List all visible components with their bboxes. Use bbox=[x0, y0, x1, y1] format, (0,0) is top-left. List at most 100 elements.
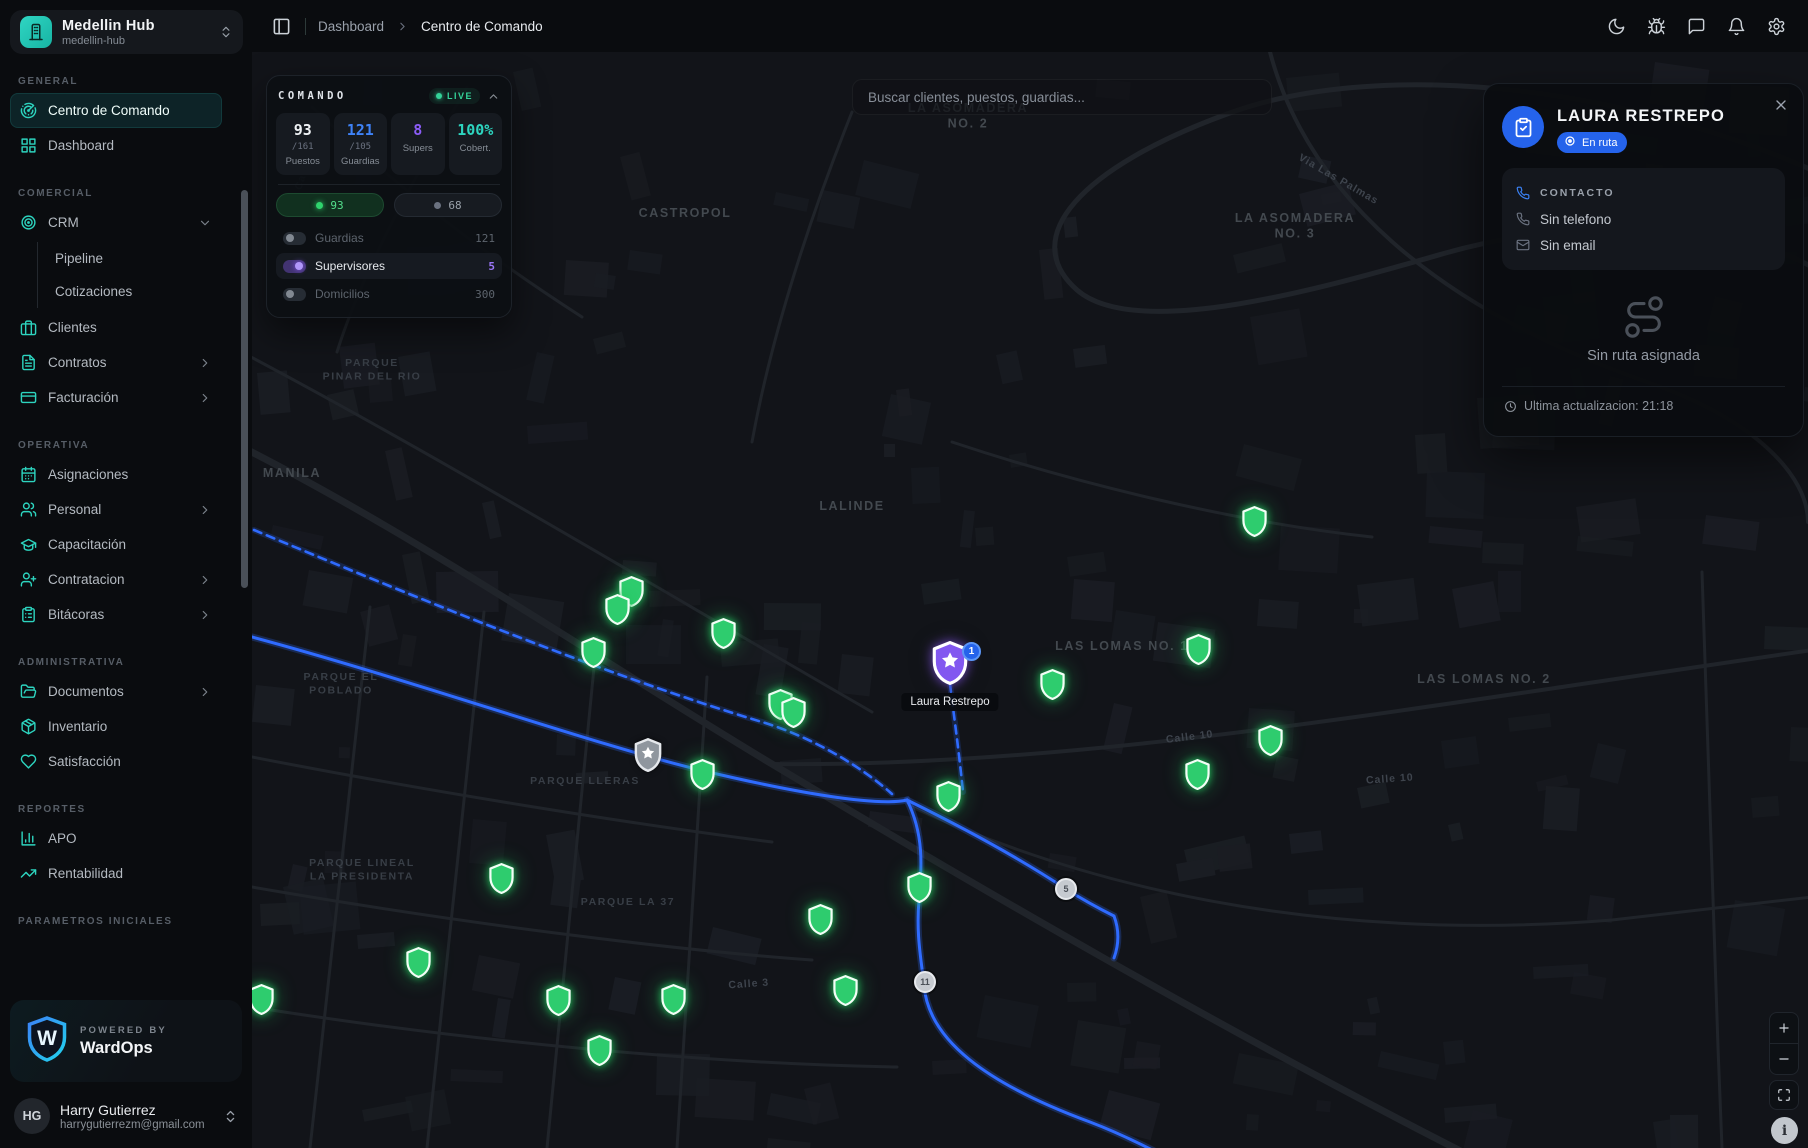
guard-post-marker[interactable] bbox=[580, 637, 607, 673]
toggle-off[interactable] bbox=[283, 288, 306, 301]
guard-post-marker[interactable] bbox=[807, 904, 834, 940]
clipboard-icon bbox=[20, 606, 37, 623]
sidebar-item-satisfaccion[interactable]: Satisfacción bbox=[10, 744, 222, 779]
guard-post-marker[interactable] bbox=[1241, 506, 1268, 542]
filter-pill-inactive[interactable]: 68 bbox=[394, 193, 502, 217]
sidebar-item-crm[interactable]: CRM bbox=[10, 205, 222, 240]
sidebar-item-apo[interactable]: APO bbox=[10, 821, 222, 856]
map-attribution-button[interactable]: i bbox=[1771, 1117, 1798, 1144]
supervisor-avatar-icon bbox=[1502, 106, 1544, 148]
guard-post-marker[interactable] bbox=[906, 872, 933, 908]
sidebar-item-cotizaciones[interactable]: Cotizaciones bbox=[55, 275, 222, 308]
guard-post-marker[interactable] bbox=[832, 975, 859, 1011]
chevrons-up-down-icon bbox=[219, 25, 233, 39]
user-email: harrygutierrezm@gmail.com bbox=[60, 1119, 213, 1131]
topbar-dark-mode-icon[interactable] bbox=[1605, 15, 1628, 38]
inactive-supervisor-marker[interactable] bbox=[633, 738, 663, 777]
workspace-name: Medellin Hub bbox=[62, 18, 209, 34]
sidebar-item-facturacion[interactable]: Facturación bbox=[10, 380, 222, 415]
sidebar-item-centro-de-comando[interactable]: Centro de Comando bbox=[10, 93, 222, 128]
sidebar-item-clientes[interactable]: Clientes bbox=[10, 310, 222, 345]
guard-post-marker[interactable] bbox=[1257, 725, 1284, 761]
layer-toggle-guardias[interactable]: Guardias 121 bbox=[276, 225, 502, 251]
fullscreen-button[interactable] bbox=[1769, 1080, 1799, 1110]
sidebar-subitems: PipelineCotizaciones bbox=[37, 242, 222, 308]
email-value: Sin email bbox=[1540, 238, 1596, 253]
sidebar-item-inventario[interactable]: Inventario bbox=[10, 709, 222, 744]
sidebar-item-pipeline[interactable]: Pipeline bbox=[55, 242, 222, 275]
filter-pill-active[interactable]: 93 bbox=[276, 193, 384, 217]
guard-post-marker[interactable] bbox=[604, 594, 631, 630]
zoom-out-button[interactable] bbox=[1770, 1044, 1798, 1074]
sidebar-section-label: COMERCIAL bbox=[18, 188, 222, 199]
route-waypoint-marker[interactable]: 11 bbox=[914, 971, 936, 993]
guard-post-marker[interactable] bbox=[710, 618, 737, 654]
sidebar-item-capacitacion[interactable]: Capacitación bbox=[10, 527, 222, 562]
grid-icon bbox=[20, 137, 37, 154]
guard-post-marker[interactable] bbox=[660, 984, 687, 1020]
chevron-right-icon bbox=[396, 20, 409, 33]
guard-post-marker[interactable] bbox=[1184, 759, 1211, 795]
breadcrumb-dashboard[interactable]: Dashboard bbox=[318, 19, 384, 34]
heart-icon bbox=[20, 753, 37, 770]
guard-post-marker[interactable] bbox=[252, 984, 275, 1020]
file-text-icon bbox=[20, 354, 37, 371]
chevron-right-icon bbox=[198, 608, 212, 622]
sidebar-item-dashboard[interactable]: Dashboard bbox=[10, 128, 222, 163]
sidebar-item-label: Dashboard bbox=[48, 138, 212, 153]
target-icon bbox=[1564, 135, 1576, 150]
sidebar-item-personal[interactable]: Personal bbox=[10, 492, 222, 527]
chevron-right-icon bbox=[198, 503, 212, 517]
layer-toggle-domicilios[interactable]: Domicilios 300 bbox=[276, 281, 502, 307]
topbar-debug-icon[interactable] bbox=[1645, 15, 1668, 38]
chevron-right-icon bbox=[198, 356, 212, 370]
guard-post-marker[interactable] bbox=[586, 1035, 613, 1071]
user-menu[interactable]: HG Harry Gutierrez harrygutierrezm@gmail… bbox=[10, 1094, 242, 1138]
folder-icon bbox=[20, 683, 37, 700]
radar-icon bbox=[20, 102, 37, 119]
sidebar-toggle-button[interactable] bbox=[270, 15, 293, 38]
collapse-panel-button[interactable] bbox=[487, 90, 500, 103]
supervisor-marker[interactable]: 1Laura Restrepo bbox=[931, 641, 969, 690]
green-dot-icon bbox=[316, 202, 323, 209]
guard-post-marker[interactable] bbox=[1185, 634, 1212, 670]
map-canvas[interactable]: LA ASOMADERANO. 2CASTROPOLLA ASOMADERANO… bbox=[252, 52, 1808, 1148]
topbar-settings-icon[interactable] bbox=[1765, 15, 1788, 38]
sidebar-item-label: Rentabilidad bbox=[48, 866, 212, 881]
contact-section: CONTACTO Sin telefono Sin email bbox=[1502, 168, 1785, 270]
sidebar-item-rentabilidad[interactable]: Rentabilidad bbox=[10, 856, 222, 891]
toggle-off[interactable] bbox=[283, 232, 306, 245]
topbar-feedback-icon[interactable] bbox=[1685, 15, 1708, 38]
sidebar-item-documentos[interactable]: Documentos bbox=[10, 674, 222, 709]
chevron-down-icon bbox=[198, 216, 212, 230]
workspace-switcher[interactable]: Medellin Hub medellin-hub bbox=[10, 10, 243, 54]
last-updated: Ultima actualizacion: 21:18 bbox=[1524, 399, 1673, 413]
target-icon bbox=[20, 214, 37, 231]
route-waypoint-marker[interactable]: 5 bbox=[1055, 878, 1077, 900]
sidebar-item-label: Asignaciones bbox=[48, 467, 212, 482]
sidebar-item-contratacion[interactable]: Contratacion bbox=[10, 562, 222, 597]
guard-post-marker[interactable] bbox=[689, 759, 716, 795]
zoom-in-button[interactable] bbox=[1770, 1013, 1798, 1043]
guard-post-marker[interactable] bbox=[545, 985, 572, 1021]
sidebar-scrollbar[interactable] bbox=[241, 190, 248, 588]
phone-icon bbox=[1516, 186, 1530, 200]
supervisor-map-label: Laura Restrepo bbox=[901, 693, 998, 711]
sidebar-item-asignaciones[interactable]: Asignaciones bbox=[10, 457, 222, 492]
guard-post-marker[interactable] bbox=[405, 947, 432, 983]
sidebar-section-label: OPERATIVA bbox=[18, 440, 222, 451]
guard-post-marker[interactable] bbox=[780, 697, 807, 733]
sidebar-item-bitacoras[interactable]: Bitácoras bbox=[10, 597, 222, 632]
powered-by-card: W POWERED BY WardOps bbox=[10, 1000, 242, 1082]
toggle-on[interactable] bbox=[283, 260, 306, 273]
close-card-button[interactable] bbox=[1773, 97, 1789, 113]
map-search-input[interactable]: Buscar clientes, puestos, guardias... bbox=[852, 79, 1272, 115]
sidebar-item-contratos[interactable]: Contratos bbox=[10, 345, 222, 380]
guard-post-marker[interactable] bbox=[488, 863, 515, 899]
supervisor-count-badge: 1 bbox=[962, 642, 981, 661]
guard-post-marker[interactable] bbox=[935, 781, 962, 817]
sidebar-item-label: Capacitación bbox=[48, 537, 212, 552]
layer-toggle-supervisores[interactable]: Supervisores 5 bbox=[276, 253, 502, 279]
topbar-notifications-icon[interactable] bbox=[1725, 15, 1748, 38]
guard-post-marker[interactable] bbox=[1039, 669, 1066, 705]
